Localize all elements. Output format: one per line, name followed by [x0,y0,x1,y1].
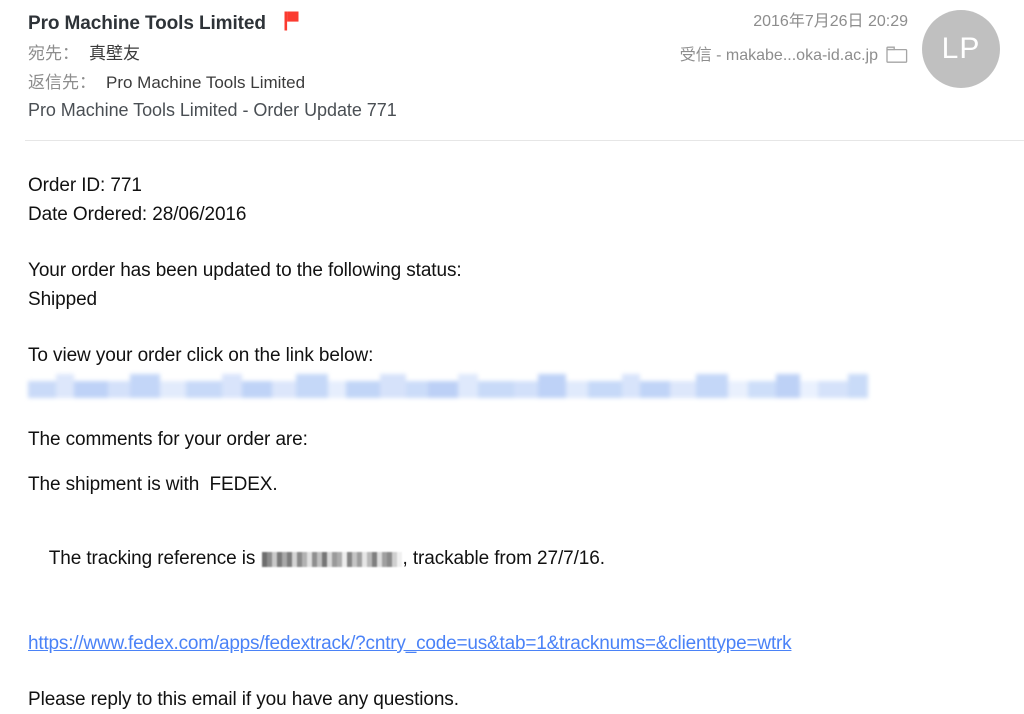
message-header: Pro Machine Tools Limited 宛先： 真壁友 返信先： P… [0,0,1024,140]
sender-row: Pro Machine Tools Limited [28,9,728,39]
subject-line: Pro Machine Tools Limited - Order Update… [28,100,397,120]
order-id-line: Order ID: 771 [28,175,142,196]
shipment-carrier-line: The shipment is with FEDEX. [28,474,278,495]
reply-to-label: 返信先： [28,73,96,92]
sender-name: Pro Machine Tools Limited [28,13,266,34]
avatar[interactable]: LP [922,10,1000,88]
header-left: Pro Machine Tools Limited 宛先： 真壁友 返信先： P… [28,9,728,121]
header-right: 2016年7月26日 20:29 受信 - makabe...oka-id.ac… [680,10,1000,88]
tracking-prefix: The tracking reference is [48,548,261,569]
tracking-reference-line: The tracking reference is , trackable fr… [28,515,996,602]
message-date: 2016年7月26日 20:29 [753,13,908,30]
redacted-tracking-number [261,548,402,567]
reply-to-row: 返信先： Pro Machine Tools Limited [28,68,728,97]
header-meta-text: 2016年7月26日 20:29 受信 - makabe...oka-id.ac… [680,10,908,65]
reply-to-value[interactable]: Pro Machine Tools Limited [106,73,305,93]
link-intro-line: To view your order click on the link bel… [28,345,374,366]
closing-line: Please reply to this email if you have a… [28,689,459,710]
folder-icon[interactable] [886,45,908,64]
status-value-line: Shipped [28,289,98,310]
comments-intro-line: The comments for your order are: [28,429,308,450]
avatar-initials: LP [941,32,981,65]
fedex-tracking-link[interactable]: https://www.fedex.com/apps/fedextrack/?c… [28,633,792,654]
to-label: 宛先： [28,44,79,63]
status-intro-line: Your order has been updated to the follo… [28,260,462,281]
flag-icon[interactable] [283,11,301,36]
to-value[interactable]: 真壁友 [89,39,140,64]
to-row: 宛先： 真壁友 [28,39,728,68]
message-body: Order ID: 771 Date Ordered: 28/06/2016 Y… [0,141,1024,714]
mailbox-row: 受信 - makabe...oka-id.ac.jp [680,41,908,65]
redacted-order-link[interactable] [28,372,868,398]
mailbox-label: 受信 - makabe...oka-id.ac.jp [679,47,878,64]
tracking-suffix: , trackable from 27/7/16. [402,548,605,569]
date-ordered-line: Date Ordered: 28/06/2016 [28,204,247,225]
